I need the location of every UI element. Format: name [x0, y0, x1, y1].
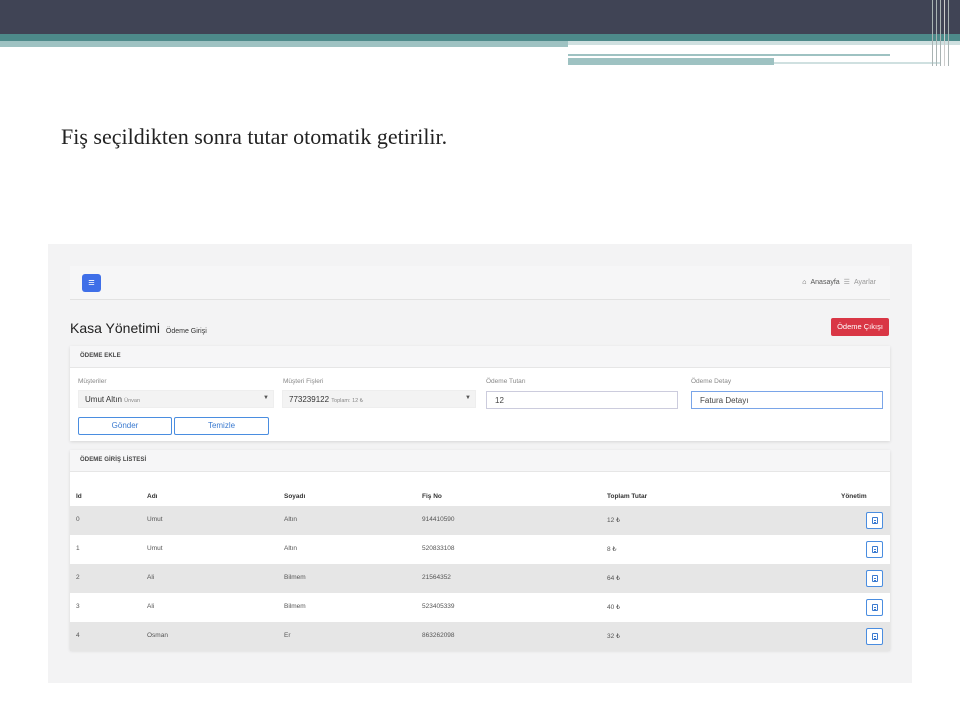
slide-corner-decoration — [930, 0, 960, 66]
receipt-select[interactable]: 773239122 Toplam: 12 ₺ ▼ — [282, 390, 476, 408]
row-detail-button[interactable] — [866, 628, 883, 645]
slide-header-line — [568, 41, 960, 45]
cell-surname: Bilmem — [284, 574, 306, 581]
app-screenshot: ≡ ⌂ Anasayfa ☰ Ayarlar Kasa Yönetimi Öde… — [48, 244, 912, 683]
cell-receipt-no: 520833108 — [422, 545, 455, 552]
caret-down-icon: ▼ — [263, 395, 269, 401]
table-row: 3 Ali Bilmem 523405339 40 ₺ — [70, 593, 890, 622]
cell-surname: Altın — [284, 545, 298, 552]
amount-input[interactable]: 12 — [486, 391, 678, 409]
cell-total: 32 ₺ — [607, 633, 621, 640]
cell-surname: Bilmem — [284, 603, 306, 610]
receipt-label: Müşteri Fişleri — [283, 378, 324, 385]
row-detail-button[interactable] — [866, 599, 883, 616]
cell-id: 2 — [76, 574, 80, 581]
page-title: Kasa Yönetimi Ödeme Girişi — [70, 320, 207, 336]
slide-header-accent — [0, 41, 568, 47]
column-header: Soyadı — [284, 493, 306, 500]
column-header: Adı — [147, 493, 158, 500]
cell-total: 40 ₺ — [607, 604, 621, 611]
cell-total: 64 ₺ — [607, 575, 621, 582]
customer-select[interactable]: Umut Altın Ünvan ▼ — [78, 390, 274, 408]
slide-header-stripe — [0, 34, 960, 41]
column-header: Toplam Tutar — [607, 493, 648, 500]
cell-total: 8 ₺ — [607, 546, 617, 553]
document-icon — [872, 517, 878, 524]
cell-id: 0 — [76, 516, 80, 523]
payment-list-header: ÖDEME GİRİŞ LİSTESİ — [70, 450, 890, 472]
slide-header-line — [568, 54, 890, 56]
cell-id: 1 — [76, 545, 80, 552]
detail-input[interactable]: Fatura Detayı — [691, 391, 883, 409]
cell-name: Ali — [147, 603, 155, 610]
document-icon — [872, 633, 878, 640]
column-header: Yönetim — [841, 493, 867, 500]
page-title-text: Kasa Yönetimi — [70, 320, 161, 336]
customer-label: Müşteriler — [78, 378, 107, 385]
detail-label: Ödeme Detay — [691, 378, 732, 385]
table-row: 0 Umut Altın 914410590 12 ₺ — [70, 506, 890, 535]
payment-list-card: ÖDEME GİRİŞ LİSTESİ Id Adı Soyadı Fiş No… — [70, 450, 890, 651]
payment-add-header: ÖDEME EKLE — [70, 346, 890, 368]
cell-name: Umut — [147, 516, 163, 523]
slide-header-bar — [0, 0, 960, 34]
cell-name: Umut — [147, 545, 163, 552]
payment-add-card: ÖDEME EKLE Müşteriler Umut Altın Ünvan ▼… — [70, 346, 890, 441]
column-header: Fiş No — [422, 493, 442, 500]
document-icon — [872, 575, 878, 582]
slide-title: Fiş seçildikten sonra tutar otomatik get… — [61, 124, 448, 149]
cell-receipt-no: 914410590 — [422, 516, 455, 523]
table-row: 4 Osman Er 863262098 32 ₺ — [70, 622, 890, 651]
submit-button[interactable]: Gönder — [78, 417, 172, 435]
menu-icon[interactable]: ≡ — [82, 274, 101, 292]
cell-surname: Altın — [284, 516, 298, 523]
payment-exit-button[interactable]: Ödeme Çıkışı — [831, 318, 889, 336]
cell-receipt-no: 523405339 — [422, 603, 455, 610]
row-detail-button[interactable] — [866, 541, 883, 558]
slide-header-line — [568, 58, 774, 65]
cell-name: Osman — [147, 632, 168, 639]
home-icon: ⌂ — [802, 278, 807, 286]
caret-down-icon: ▼ — [465, 395, 471, 401]
table-row: 1 Umut Altın 520833108 8 ₺ — [70, 535, 890, 564]
nav-links: ⌂ Anasayfa ☰ Ayarlar — [802, 278, 876, 287]
home-link[interactable]: Anasayfa — [810, 279, 839, 286]
amount-label: Ödeme Tutarı — [486, 378, 526, 385]
table-row: 2 Ali Bilmem 21564352 64 ₺ — [70, 564, 890, 593]
cell-total: 12 ₺ — [607, 517, 621, 524]
row-detail-button[interactable] — [866, 512, 883, 529]
settings-link[interactable]: Ayarlar — [854, 279, 876, 286]
cell-id: 4 — [76, 632, 80, 639]
cell-name: Ali — [147, 574, 155, 581]
receipt-value: 773239122 — [289, 395, 330, 404]
document-icon — [872, 604, 878, 611]
list-icon: ☰ — [843, 279, 850, 286]
top-navbar: ≡ ⌂ Anasayfa ☰ Ayarlar — [70, 266, 890, 300]
customer-value: Umut Altın — [85, 395, 122, 404]
row-detail-button[interactable] — [866, 570, 883, 587]
page-subtitle: Ödeme Girişi — [165, 328, 207, 335]
cell-receipt-no: 21564352 — [422, 574, 451, 581]
clear-button[interactable]: Temizle — [174, 417, 269, 435]
document-icon — [872, 546, 878, 553]
receipt-hint: Toplam: 12 ₺ — [331, 398, 364, 404]
cell-receipt-no: 863262098 — [422, 632, 455, 639]
customer-hint: Ünvan — [124, 398, 141, 404]
cell-id: 3 — [76, 603, 80, 610]
column-header: Id — [76, 493, 82, 500]
cell-surname: Er — [284, 632, 291, 639]
slide: Fiş seçildikten sonra tutar otomatik get… — [0, 0, 960, 720]
slide-header-line — [774, 62, 940, 64]
